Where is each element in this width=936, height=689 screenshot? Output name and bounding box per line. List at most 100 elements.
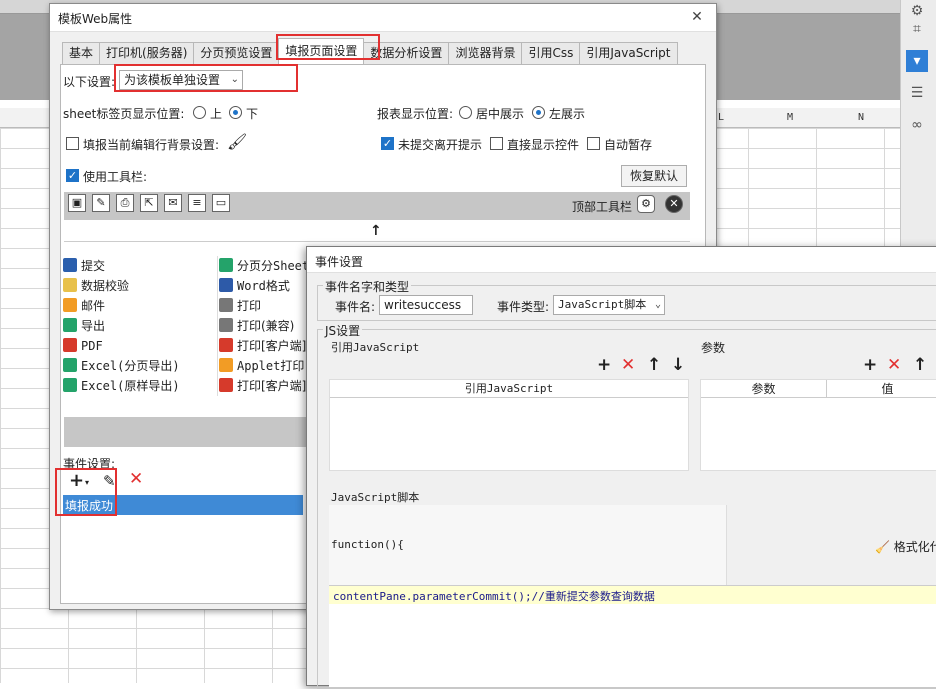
printer-icon <box>219 318 233 332</box>
list-column-divider <box>217 256 218 396</box>
ref-js-table[interactable]: 引用JavaScript <box>329 379 689 471</box>
autosave-label: 自动暂存 <box>604 138 653 152</box>
code-editor[interactable]: contentPane.parameterCommit();//重新提交参数查询… <box>329 585 936 687</box>
tab-ref-css[interactable]: 引用Css <box>521 42 581 64</box>
tab-page-preview[interactable]: 分页预览设置 <box>193 42 280 64</box>
list-item[interactable]: 分页分Sheet <box>219 256 309 276</box>
column-header-m[interactable]: M <box>787 112 793 123</box>
settings-scope-label: 以下设置: <box>63 75 116 89</box>
js-settings-title: JS设置 <box>323 322 363 339</box>
pdf-icon <box>63 338 77 352</box>
list-footer-strip <box>64 417 314 447</box>
list-item-label: 提交 <box>81 259 106 273</box>
js-script-label: JavaScript脚本 <box>331 491 420 504</box>
list-item[interactable]: Applet打印 <box>219 356 304 376</box>
move-up-arrow-icon[interactable]: ↑ <box>370 223 382 239</box>
export-icon <box>63 318 77 332</box>
tab-browser-background[interactable]: 浏览器背景 <box>448 42 523 64</box>
close-circle-icon[interactable]: ✕ <box>665 195 683 213</box>
excel-icon <box>63 378 77 392</box>
tab-printer-server[interactable]: 打印机(服务器) <box>99 42 195 64</box>
sheet-position-top-radio[interactable] <box>193 106 206 119</box>
list-item[interactable]: 打印[客户端] <box>219 376 306 396</box>
delete-param-icon[interactable]: ✕ <box>887 357 901 374</box>
format-code-button[interactable]: 🧹 格式化代 <box>875 538 936 555</box>
sheet-icon <box>219 258 233 272</box>
list-item[interactable]: 邮件 <box>63 296 105 316</box>
mail-icon[interactable]: ✉ <box>164 194 182 212</box>
dialog-titlebar: 模板Web属性 ✕ <box>50 4 716 32</box>
code-line-text: contentPane.parameterCommit();//重新提交参数查询… <box>333 590 655 603</box>
list-item-label: 数据校验 <box>81 279 130 293</box>
use-toolbar-checkbox[interactable]: ✓ <box>66 169 79 182</box>
close-icon[interactable]: ✕ <box>684 6 710 28</box>
function-open-text: function(){ <box>331 538 404 551</box>
list-item[interactable]: 提交 <box>63 256 105 276</box>
list-item[interactable]: 导出 <box>63 316 105 336</box>
add-param-icon[interactable]: + <box>863 357 877 374</box>
delete-icon[interactable]: ✕ <box>129 469 143 489</box>
crop-icon[interactable]: ⌗ <box>906 18 928 40</box>
fill-row-bg-checkbox[interactable] <box>66 137 79 150</box>
list-item-label: 打印 <box>237 299 262 313</box>
params-label: 参数 <box>701 341 726 355</box>
column-header-n[interactable]: N <box>858 112 864 123</box>
add-icon[interactable]: + <box>597 357 611 374</box>
gear-icon[interactable]: ⚙ <box>637 195 655 213</box>
event-dialog-title: 事件设置 <box>315 255 364 269</box>
list-item-label: Excel(原样导出) <box>81 379 180 393</box>
stack-icon[interactable]: ☰ <box>906 82 928 104</box>
list-item[interactable]: PDF <box>63 336 103 356</box>
column-header-l[interactable]: L <box>718 112 724 123</box>
event-type-select[interactable]: JavaScript脚本 ⌄ <box>553 295 665 315</box>
direct-show-widget-label: 直接显示控件 <box>507 138 580 152</box>
list-item[interactable]: 数据校验 <box>63 276 129 296</box>
sheet-position-bottom-radio[interactable] <box>229 106 242 119</box>
link-icon[interactable]: ∞ <box>906 114 928 136</box>
delete-icon[interactable]: ✕ <box>621 357 635 374</box>
params-table[interactable]: 参数 值 <box>700 379 936 471</box>
pencil-icon[interactable]: ✎ <box>92 194 110 212</box>
list-icon[interactable]: ≡ <box>188 194 206 212</box>
chevron-down-icon: ⌄ <box>654 299 661 310</box>
param-column-header: 参数 <box>701 380 827 398</box>
paint-bucket-icon[interactable]: 🖌 <box>227 132 247 151</box>
fill-row-bg-label: 填报当前编辑行背景设置: <box>83 138 220 152</box>
list-item[interactable]: Excel(原样导出) <box>63 376 180 396</box>
tab-basic[interactable]: 基本 <box>62 42 101 64</box>
dropdown-widget-icon[interactable]: ▾ <box>906 50 928 72</box>
event-type-label: 事件类型: <box>497 300 550 314</box>
window-icon[interactable]: ▭ <box>212 194 230 212</box>
printer-icon[interactable]: ⎙ <box>116 194 134 212</box>
event-name-input[interactable]: writesuccess <box>379 295 473 315</box>
sheet-position-bottom-label: 下 <box>246 107 259 121</box>
sheet-position-top-label: 上 <box>210 107 223 121</box>
list-item[interactable]: 打印[客户端] <box>219 336 306 356</box>
list-item[interactable]: Word格式 <box>219 276 290 296</box>
save-icon[interactable]: ▣ <box>68 194 86 212</box>
report-position-left-radio[interactable] <box>532 106 545 119</box>
direct-show-widget-checkbox[interactable] <box>490 137 503 150</box>
printer-icon <box>219 298 233 312</box>
list-item[interactable]: 打印 <box>219 296 261 316</box>
sheet-position-label: sheet标签页显示位置: <box>63 107 185 121</box>
applet-icon <box>219 358 233 372</box>
list-item[interactable]: 打印(兼容) <box>219 316 294 336</box>
list-item[interactable]: Excel(分页导出) <box>63 356 180 376</box>
move-up-param-icon[interactable]: ↑ <box>913 357 927 374</box>
event-name-type-title: 事件名字和类型 <box>323 278 412 295</box>
unsubmit-prompt-checkbox[interactable]: ✓ <box>381 137 394 150</box>
export-icon[interactable]: ⇱ <box>140 194 158 212</box>
autosave-checkbox[interactable] <box>587 137 600 150</box>
move-down-icon[interactable]: ↓ <box>671 357 685 374</box>
move-up-icon[interactable]: ↑ <box>647 357 661 374</box>
mail-icon <box>63 298 77 312</box>
list-item-label: 打印(兼容) <box>237 319 295 333</box>
report-position-center-radio[interactable] <box>459 106 472 119</box>
event-name-label: 事件名: <box>335 300 376 314</box>
restore-default-button[interactable]: 恢复默认 <box>621 165 687 187</box>
tab-ref-javascript[interactable]: 引用JavaScript <box>579 42 678 64</box>
ref-js-label: 引用JavaScript <box>331 341 420 354</box>
ref-js-column-header: 引用JavaScript <box>330 380 688 398</box>
list-item-label: 分页分Sheet <box>237 259 310 273</box>
